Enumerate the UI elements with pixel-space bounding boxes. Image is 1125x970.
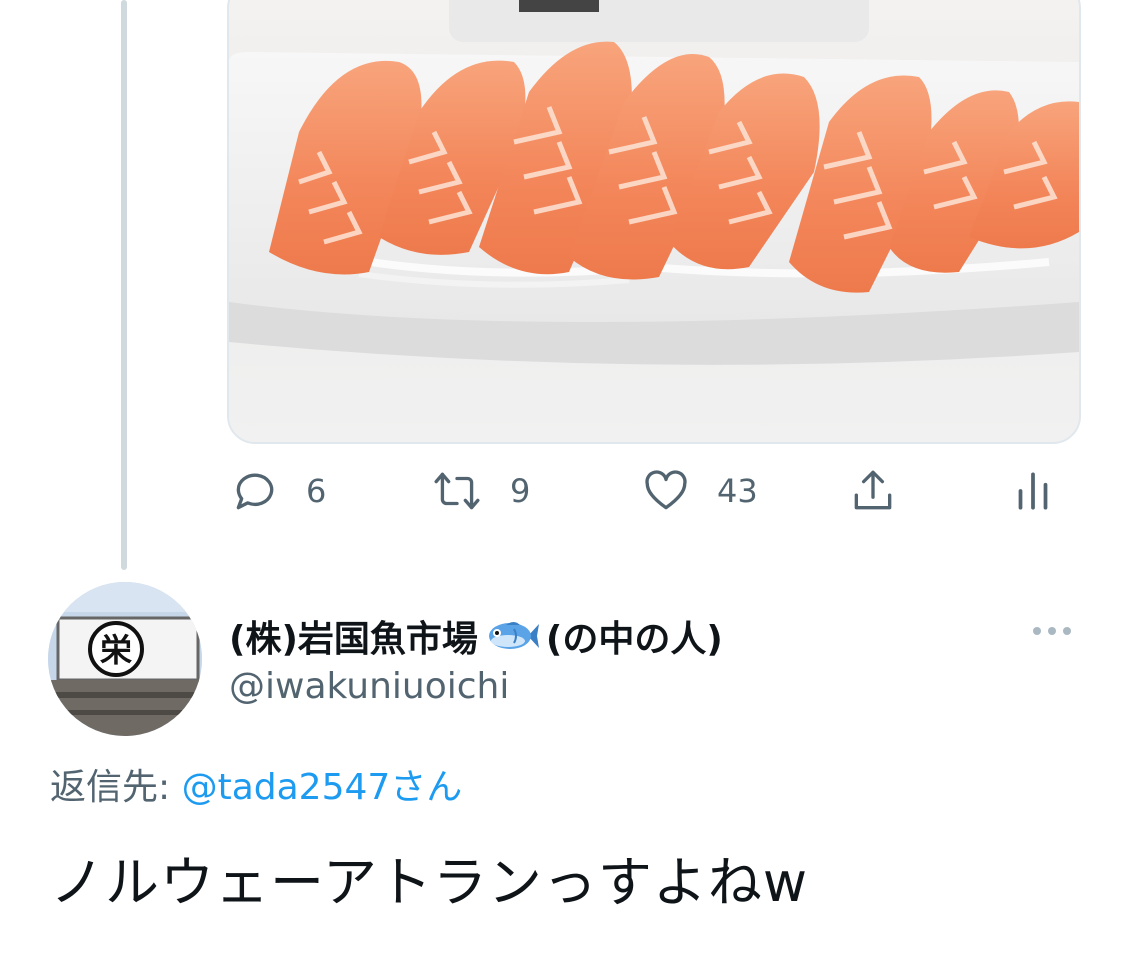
- more-options-button[interactable]: [1030, 616, 1074, 646]
- more-dots-icon: [1033, 627, 1071, 635]
- reply-count: 6: [306, 472, 327, 510]
- avatar-sign-text: 栄: [100, 631, 132, 669]
- fish-emoji-icon: [488, 622, 539, 649]
- display-name-suffix: (の中の人): [545, 619, 723, 660]
- user-handle[interactable]: @iwakuniuoichi: [229, 666, 509, 707]
- retweet-icon: [434, 472, 480, 510]
- replying-to-line: 返信先: @tada2547さん: [50, 758, 462, 810]
- display-name[interactable]: (株)岩国魚市場 (の中の人): [229, 610, 723, 662]
- tweet-media-image[interactable]: [227, 0, 1081, 444]
- heart-icon: [645, 470, 687, 510]
- retweet-action[interactable]: 9: [432, 466, 530, 516]
- avatar-image: 栄: [48, 582, 202, 736]
- replying-to-label: 返信先:: [50, 767, 182, 808]
- analytics-action[interactable]: [1008, 466, 1058, 516]
- share-action[interactable]: [848, 466, 898, 516]
- like-count: 43: [717, 472, 758, 510]
- retweet-count: 9: [510, 472, 531, 510]
- reply-icon: [236, 473, 274, 510]
- tweet-action-bar: 6 9 43: [0, 458, 1125, 528]
- share-icon: [854, 470, 892, 510]
- like-action[interactable]: 43: [641, 466, 758, 516]
- salmon-sashimi-image: [229, 0, 1079, 365]
- analytics-icon: [1018, 472, 1048, 510]
- avatar[interactable]: 栄: [48, 582, 202, 736]
- replying-to-link[interactable]: @tada2547さん: [182, 767, 463, 808]
- display-name-text: (株)岩国魚市場: [229, 619, 478, 660]
- tweet-text: ノルウェーアトランっすよねw: [50, 851, 809, 914]
- reply-action[interactable]: 6: [230, 466, 326, 516]
